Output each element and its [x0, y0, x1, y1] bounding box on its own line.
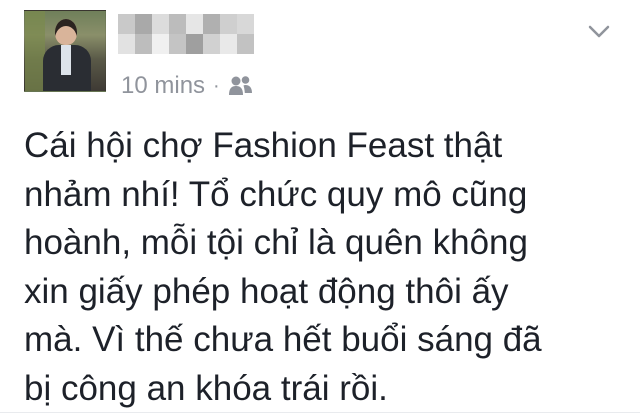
post-body-text: Cái hội chợ Fashion Feast thật nhảm nhí!… — [24, 126, 542, 408]
avatar-figure-head — [55, 19, 77, 45]
post-timestamp[interactable]: 10 mins — [121, 72, 205, 100]
chevron-down-icon[interactable] — [588, 24, 610, 40]
avatar-figure-shirt — [61, 45, 71, 75]
post-card: 10 mins · Cái hội chợ Fashion Feast thật… — [0, 0, 640, 412]
avatar[interactable] — [24, 10, 106, 92]
meta-separator: · — [213, 74, 220, 97]
friends-icon[interactable] — [228, 75, 254, 97]
avatar-background — [25, 11, 45, 91]
author-name-pixelated[interactable] — [118, 14, 254, 54]
post-meta: 10 mins · — [121, 70, 254, 102]
